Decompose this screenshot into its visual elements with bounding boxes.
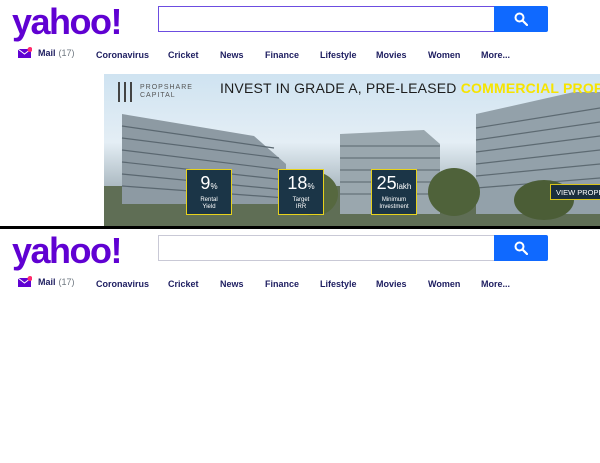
top-nav: Mail (17) Coronavirus Cricket News Finan…	[17, 47, 598, 63]
nav-item-coronavirus[interactable]: Coronavirus	[96, 279, 149, 289]
mail-label: Mail	[38, 276, 56, 287]
nav-item-women[interactable]: Women	[428, 279, 460, 289]
yahoo-header-top: yahoo! Mail (17) Coronavirus Cricket New…	[0, 0, 600, 70]
search-button[interactable]	[494, 235, 548, 261]
stat-label: Rental	[200, 197, 218, 203]
search-input[interactable]	[158, 235, 494, 261]
nav-item-mail[interactable]: Mail (17)	[17, 47, 75, 58]
yahoo-logo[interactable]: yahoo!	[12, 2, 123, 42]
stat-unit: %	[307, 182, 315, 191]
ad-headline: INVEST IN GRADE A, PRE-LEASED COMMERCIAL…	[220, 80, 600, 96]
nav-item-lifestyle[interactable]: Lifestyle	[320, 279, 357, 289]
nav-item-women[interactable]: Women	[428, 50, 460, 60]
ad-banner[interactable]: PROPSHARE CAPITAL INVEST IN GRADE A, PRE…	[104, 74, 600, 226]
stat-value: 18	[287, 173, 308, 193]
nav-item-more[interactable]: More...	[481, 279, 510, 289]
nav-item-mail[interactable]: Mail (17)	[17, 276, 75, 287]
stat-label: Minimum	[381, 197, 407, 203]
yahoo-logo[interactable]: yahoo!	[12, 231, 123, 271]
nav-item-finance[interactable]: Finance	[265, 279, 299, 289]
stat-value: 9	[200, 173, 211, 193]
nav-item-cricket[interactable]: Cricket	[168, 279, 199, 289]
stat-label: Investment	[379, 204, 409, 210]
nav-item-news[interactable]: News	[220, 279, 244, 289]
mail-icon	[17, 47, 33, 58]
nav-item-movies[interactable]: Movies	[376, 279, 407, 289]
brand-line2: CAPITAL	[140, 92, 176, 99]
headline-highlight: COMMERCIAL PROPERT	[460, 80, 600, 96]
mail-label: Mail	[38, 47, 56, 58]
nav-item-coronavirus[interactable]: Coronavirus	[96, 50, 149, 60]
search-button[interactable]	[494, 6, 548, 32]
nav-item-news[interactable]: News	[220, 50, 244, 60]
propshare-logo-icon	[118, 82, 132, 102]
mail-icon	[17, 276, 33, 287]
stat-label: Target	[292, 197, 310, 203]
view-property-button[interactable]: VIEW PROPE	[550, 184, 600, 200]
nav-item-lifestyle[interactable]: Lifestyle	[320, 50, 357, 60]
nav-item-movies[interactable]: Movies	[376, 50, 407, 60]
stat-minimum-investment: 25lakh Minimum Investment	[371, 169, 417, 215]
stat-rental-yield: 9% Rental Yield	[186, 169, 232, 215]
propshare-logo: PROPSHARE CAPITAL	[118, 82, 193, 102]
stat-value: 25	[376, 173, 397, 193]
top-nav: Mail (17) Coronavirus Cricket News Finan…	[17, 276, 598, 292]
mail-count: (17)	[58, 47, 75, 58]
search-input[interactable]	[158, 6, 494, 32]
search-icon	[514, 241, 528, 255]
brand-line1: PROPSHARE	[140, 84, 193, 91]
nav-item-cricket[interactable]: Cricket	[168, 50, 199, 60]
stat-label: Yield	[202, 204, 216, 210]
stat-unit: lakh	[396, 182, 412, 191]
stat-unit: %	[210, 182, 218, 191]
search-icon	[514, 12, 528, 26]
mail-count: (17)	[58, 276, 75, 287]
nav-item-finance[interactable]: Finance	[265, 50, 299, 60]
nav-item-more[interactable]: More...	[481, 50, 510, 60]
headline-prefix: INVEST IN GRADE A, PRE-LEASED	[220, 80, 461, 96]
stat-label: IRR	[295, 204, 307, 210]
stat-target-irr: 18% Target IRR	[278, 169, 324, 215]
yahoo-header-bottom: yahoo! Mail (17) Coronavirus Cricket New…	[0, 229, 600, 299]
